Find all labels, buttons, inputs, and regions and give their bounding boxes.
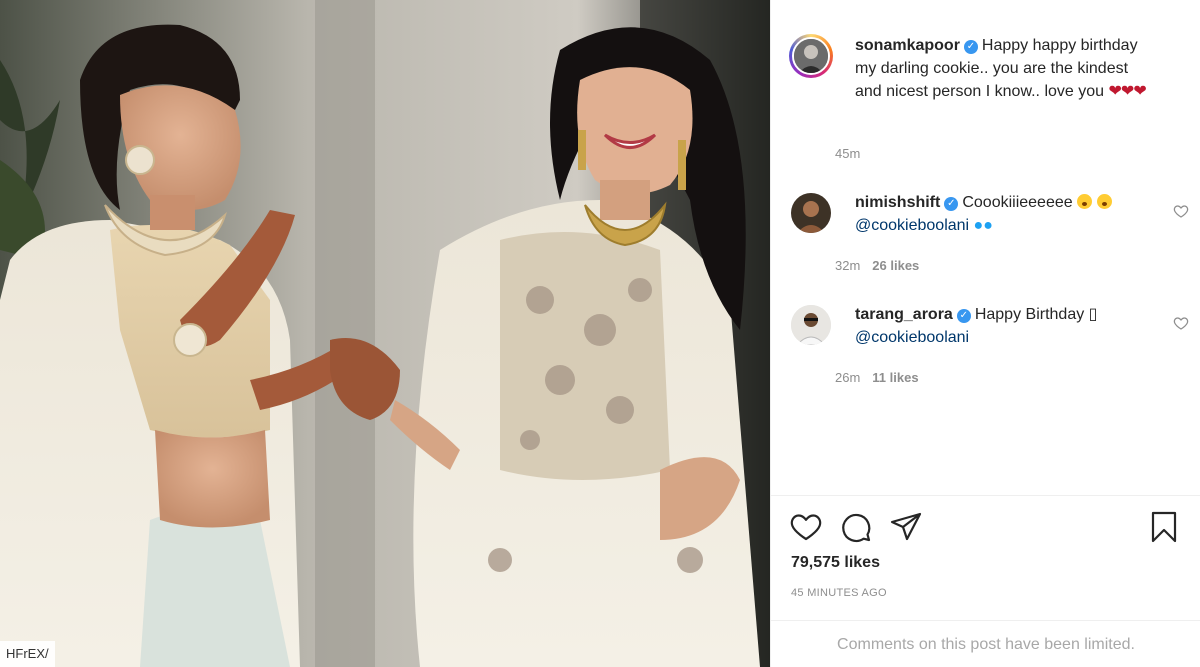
heart-icon[interactable] xyxy=(789,510,823,544)
comment-likes[interactable]: 11 likes xyxy=(872,370,918,385)
astonished-face-icon xyxy=(1077,194,1093,209)
post-timestamp[interactable]: 45 MINUTES AGO xyxy=(791,587,887,599)
commenter-avatar-image xyxy=(791,305,831,345)
verified-badge-icon: ✓ xyxy=(944,197,959,211)
commenter-avatar-image xyxy=(791,193,831,233)
comment-meta: 26m 11 likes xyxy=(835,370,919,385)
astonished-face-icon xyxy=(1096,194,1112,209)
post-actions: 79,575 likes 45 MINUTES AGO xyxy=(771,495,1200,615)
comment-likes[interactable]: 26 likes xyxy=(872,258,919,273)
balloon-icon: ●● xyxy=(973,217,993,234)
author-avatar-image xyxy=(794,39,828,73)
verified-badge-icon: ✓ xyxy=(956,309,971,323)
bookmark-icon[interactable] xyxy=(1147,510,1181,544)
photo-illustration xyxy=(0,0,770,667)
verified-badge-icon: ✓ xyxy=(963,40,978,54)
comment-like-heart-icon[interactable] xyxy=(1173,315,1189,331)
comment-like-heart-icon[interactable] xyxy=(1173,203,1189,219)
comment-text: tarang_arora ✓ Happy Birthday ▯ @cookieboo… xyxy=(855,303,1155,349)
post-photo[interactable]: HFrEX/ xyxy=(0,0,770,667)
caption-time-text[interactable]: 45m xyxy=(835,146,860,161)
comment-time[interactable]: 26m xyxy=(835,370,860,385)
mention-link[interactable]: @cookieboolani xyxy=(855,329,969,346)
post-side-panel: sonamkapoor ✓ Happy happy birthday my darl… xyxy=(770,0,1200,667)
author-username[interactable]: sonamkapoor xyxy=(855,37,960,54)
comment-bubble-icon[interactable] xyxy=(839,510,873,544)
paper-plane-icon[interactable] xyxy=(889,510,923,544)
caption-text: sonamkapoor ✓ Happy happy birthday my darl… xyxy=(855,34,1155,103)
comments-limited-notice: Comments on this post have been limited. xyxy=(771,620,1200,667)
unrendered-glyph: ▯ xyxy=(1088,306,1098,323)
comment-body: Coookiiieeeeee xyxy=(962,194,1073,211)
mention-link[interactable]: @cookieboolani xyxy=(855,217,969,234)
comments-list: sonamkapoor ✓ Happy happy birthday my darl… xyxy=(771,0,1200,495)
commenter-username[interactable]: nimishshift xyxy=(855,194,940,211)
commenter-avatar[interactable] xyxy=(791,305,831,345)
comment-body: Happy Birthday xyxy=(974,306,1085,323)
comment-meta: 32m 26 likes xyxy=(835,258,919,273)
caption-time: 45m xyxy=(835,146,860,161)
comment-time[interactable]: 32m xyxy=(835,258,860,273)
photo-watermark: HFrEX/ xyxy=(0,641,55,667)
commenter-avatar[interactable] xyxy=(791,193,831,233)
caption-hearts: ❤❤❤ xyxy=(1108,83,1147,100)
likes-count[interactable]: 79,575 likes xyxy=(791,554,880,572)
commenter-username[interactable]: tarang_arora xyxy=(855,306,953,323)
author-avatar[interactable] xyxy=(789,34,833,78)
comment-text: nimishshift ✓ Coookiiieeeeee @cookieboolan… xyxy=(855,191,1155,237)
